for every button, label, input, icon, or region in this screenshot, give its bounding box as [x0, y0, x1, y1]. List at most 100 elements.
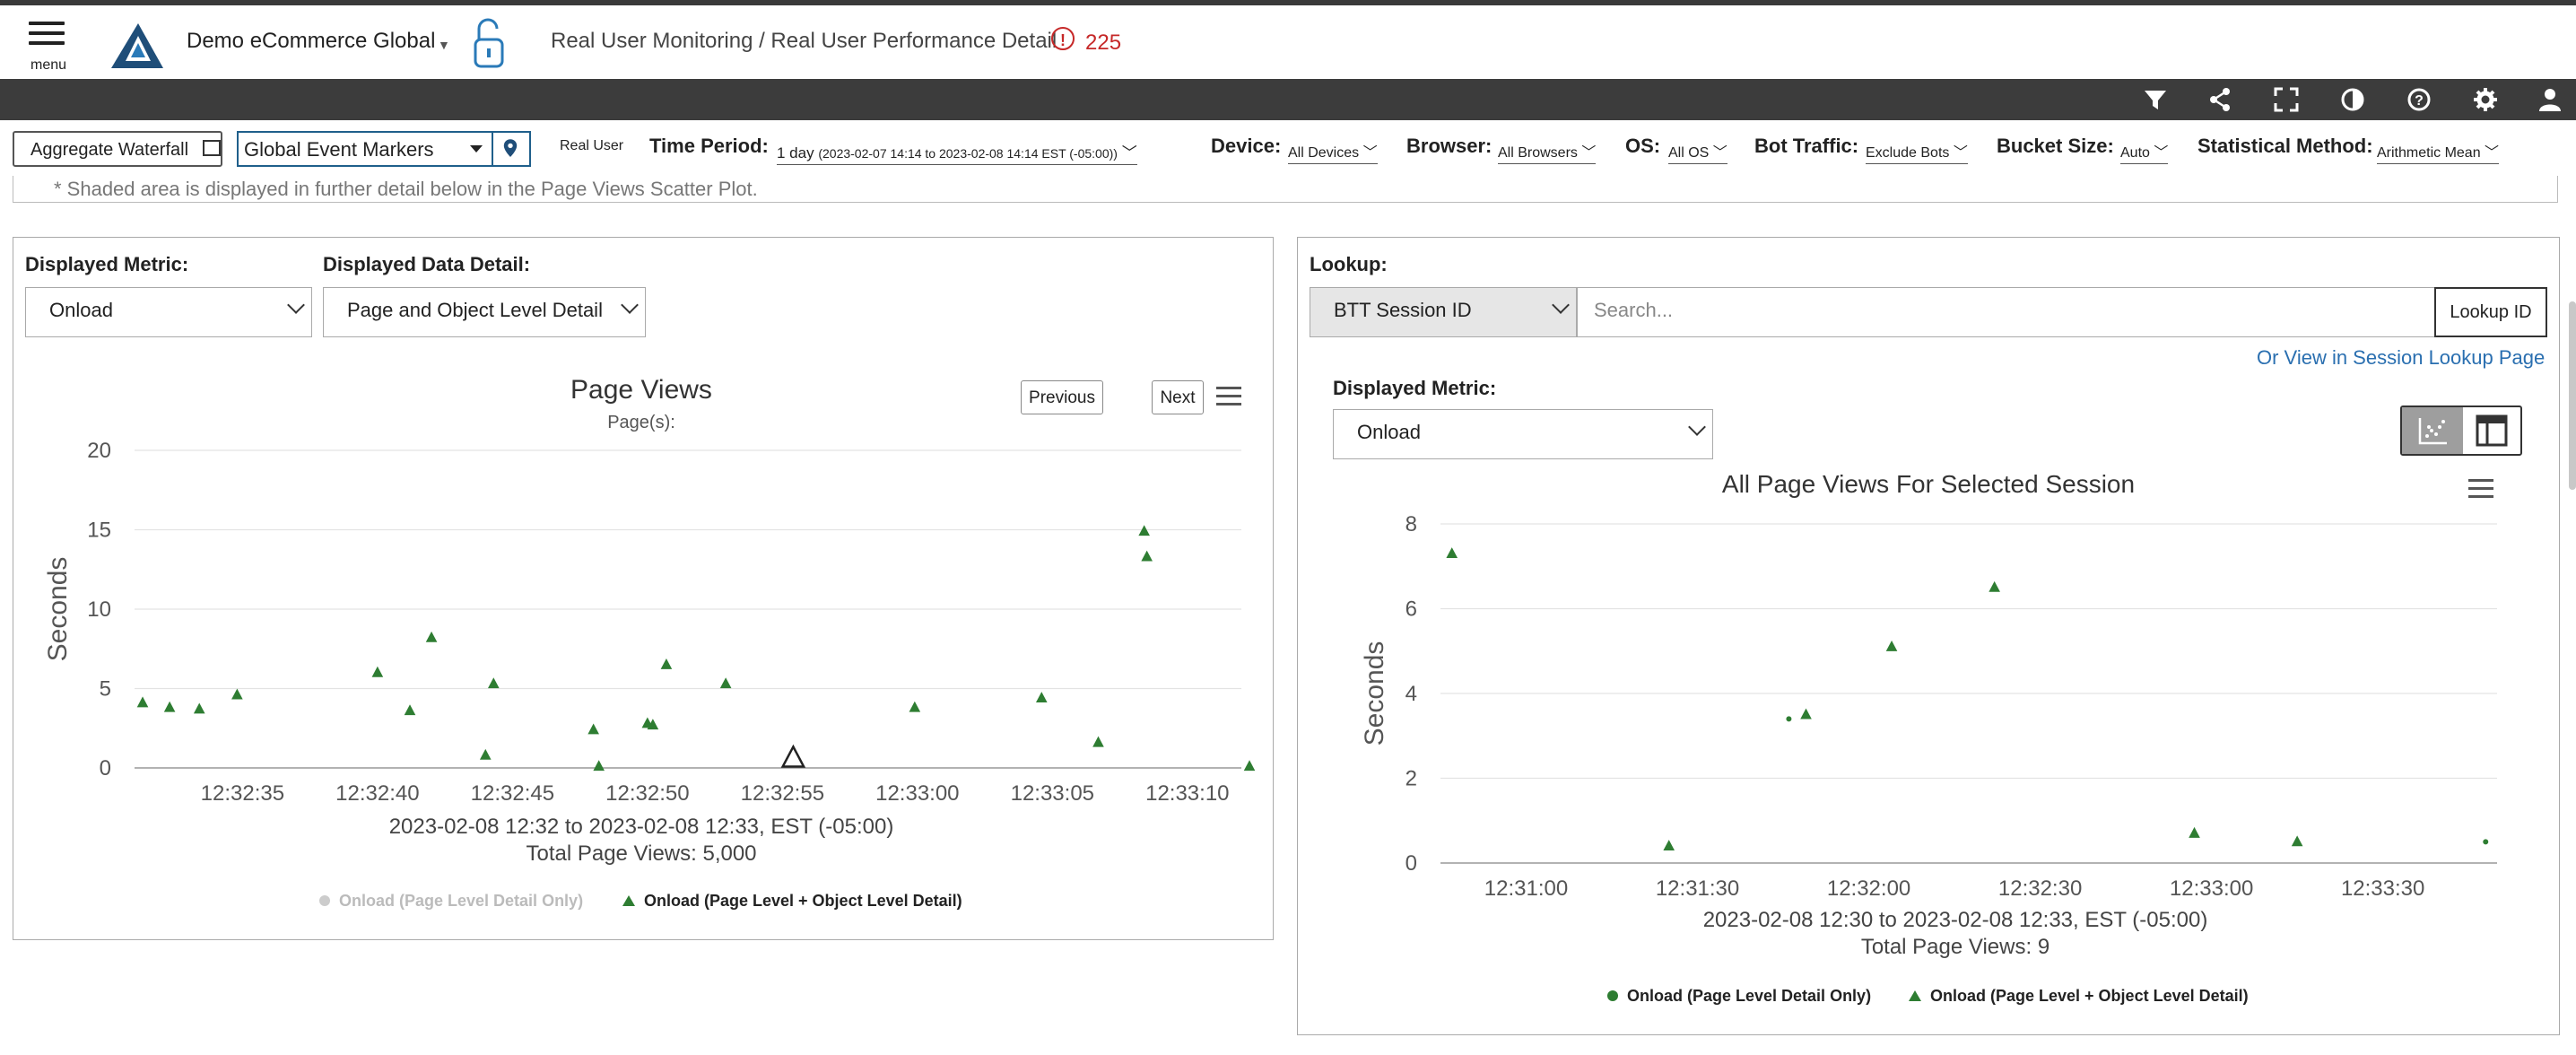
bucket-size-select[interactable]: Auto ﹀ [2120, 140, 2169, 164]
menu-button[interactable]: menu [27, 16, 70, 74]
legend-dot-icon [1607, 990, 1618, 1001]
data-point-triangle [593, 760, 605, 772]
data-point-triangle [2189, 826, 2200, 838]
legend-triangle-icon [1909, 990, 1921, 1001]
data-point-triangle [163, 701, 176, 712]
data-point-triangle [193, 702, 205, 714]
legend-dot-icon [319, 895, 330, 906]
page-views-scatter-plot[interactable]: 0 5 10 15 20 12:32:35 12:32:40 12:32:45 12:32:50… [13, 422, 1274, 834]
statistical-method-label: Statistical Method: [2197, 135, 2373, 157]
data-point-triangle [136, 696, 149, 708]
legend-item-object-level[interactable]: Onload (Page Level + Object Level Detail… [622, 892, 962, 911]
data-point-dot [1786, 716, 1792, 722]
y-axis-label: Seconds [43, 557, 73, 662]
help-icon[interactable]: ? [2406, 86, 2432, 113]
lookup-id-button[interactable]: Lookup ID [2434, 287, 2547, 337]
data-point-triangle [1800, 708, 1812, 719]
x-tick-label: 12:32:50 [605, 781, 689, 806]
left-footer-range: 2023-02-08 12:32 to 2023-02-08 12:33, ES… [388, 815, 894, 839]
scatter-view-icon[interactable] [2402, 407, 2463, 454]
chevron-down-icon [1552, 296, 1570, 314]
fullscreen-icon[interactable] [2273, 86, 2300, 113]
logo-icon [111, 23, 163, 68]
x-tick-label: 12:32:00 [1827, 876, 1910, 897]
data-point-triangle [1141, 550, 1153, 562]
scrollbar-thumb[interactable] [2569, 301, 2576, 490]
session-chart-menu-icon[interactable] [2468, 479, 2493, 499]
session-lookup-link[interactable]: Or View in Session Lookup Page [2257, 346, 2545, 370]
x-tick-label: 12:31:00 [1484, 876, 1568, 897]
user-icon[interactable] [2537, 86, 2563, 113]
device-select[interactable]: All Devices ﹀ [1288, 140, 1378, 164]
data-point-triangle [660, 658, 673, 669]
left-metric-select[interactable]: Onload [25, 287, 312, 337]
browser-label: Browser: [1406, 135, 1493, 157]
time-period-select[interactable]: 1 day (2023-02-07 14:14 to 2023-02-08 14… [777, 140, 1137, 165]
share-icon[interactable] [2206, 86, 2233, 113]
browser-select[interactable]: All Browsers ﹀ [1498, 140, 1597, 164]
y-tick-label: 4 [1405, 682, 1417, 706]
previous-button[interactable]: Previous [1021, 380, 1103, 414]
real-user-toggle[interactable]: Real User [560, 138, 623, 154]
alert-icon[interactable]: ! [1051, 27, 1075, 50]
gear-icon[interactable] [2472, 86, 2499, 113]
app-selector[interactable]: Demo eCommerce Global [187, 29, 435, 54]
x-tick-label: 12:32:35 [201, 781, 284, 806]
data-point-triangle [425, 631, 438, 642]
statistical-method-select[interactable]: Arithmetic Mean ﹀ [2377, 140, 2500, 164]
lookup-label: Lookup: [1310, 253, 1388, 275]
x-tick-label: 12:33:05 [1011, 781, 1094, 806]
contrast-icon[interactable] [2339, 86, 2366, 113]
marker-pin-icon[interactable] [492, 131, 531, 167]
x-tick-label: 12:32:55 [741, 781, 824, 806]
chart-menu-icon[interactable] [1216, 387, 1241, 406]
unlock-icon[interactable] [472, 16, 508, 70]
menu-icon [29, 22, 65, 25]
left-footer-total: Total Page Views: 5,000 [526, 841, 757, 866]
y-tick-label: 10 [87, 597, 111, 622]
menu-label: menu [30, 57, 67, 73]
y-axis-label: Seconds [1360, 641, 1389, 746]
session-legend-page-level[interactable]: Onload (Page Level Detail Only) [1607, 987, 1871, 1006]
x-tick-label: 12:33:10 [1145, 781, 1229, 806]
event-marker-triangle [780, 744, 806, 768]
time-period-label: Time Period: [649, 135, 769, 157]
aggregate-waterfall-button[interactable]: Aggregate Waterfall [13, 131, 222, 167]
session-search-input[interactable]: Search... [1577, 287, 2436, 337]
svg-text:?: ? [2415, 93, 2424, 109]
view-toggle [2400, 405, 2522, 456]
data-point-triangle [487, 677, 500, 689]
next-button[interactable]: Next [1152, 380, 1204, 414]
right-metric-select[interactable]: Onload [1333, 409, 1713, 459]
table-view-icon[interactable] [2463, 407, 2520, 454]
data-point-triangle [1138, 525, 1150, 536]
legend-item-page-level[interactable]: Onload (Page Level Detail Only) [319, 892, 583, 911]
x-tick-label: 12:33:00 [875, 781, 959, 806]
chart-title: Page Views [570, 375, 712, 405]
x-tick-label: 12:31:30 [1656, 876, 1739, 897]
y-tick-label: 0 [100, 756, 111, 780]
data-point-triangle [231, 688, 243, 700]
chevron-down-icon [1688, 418, 1706, 436]
session-scatter-plot[interactable]: 0 2 4 6 8 12:31:00 12:31:30 12:32:00 12:32:30 12:… [1297, 502, 2560, 897]
bot-traffic-select[interactable]: Exclude Bots ﹀ [1866, 140, 1968, 164]
chevron-down-icon[interactable]: ▼ [438, 38, 450, 52]
open-window-icon [202, 140, 221, 156]
data-point-triangle [404, 704, 416, 716]
bucket-size-label: Bucket Size: [1997, 135, 2114, 157]
right-footer-total: Total Page Views: 9 [1860, 935, 2050, 959]
session-chart-title: All Page Views For Selected Session [1721, 470, 2136, 498]
chevron-down-icon [287, 296, 305, 314]
lookup-type-select[interactable]: BTT Session ID [1310, 287, 1577, 337]
data-detail-select[interactable]: Page and Object Level Detail [323, 287, 646, 337]
session-legend-object-level[interactable]: Onload (Page Level + Object Level Detail… [1909, 987, 2249, 1006]
right-metric-label: Displayed Metric: [1333, 377, 1497, 399]
breadcrumb: Real User Monitoring / Real User Perform… [551, 29, 1057, 53]
left-metric-label: Displayed Metric: [25, 253, 189, 275]
x-tick-label: 12:32:30 [1998, 876, 2082, 897]
filter-icon[interactable] [2142, 86, 2169, 113]
event-markers-select[interactable]: Global Event Markers [237, 131, 493, 167]
alert-count[interactable]: 225 [1085, 31, 1121, 56]
os-select[interactable]: All OS ﹀ [1668, 140, 1727, 164]
y-tick-label: 8 [1405, 512, 1417, 536]
